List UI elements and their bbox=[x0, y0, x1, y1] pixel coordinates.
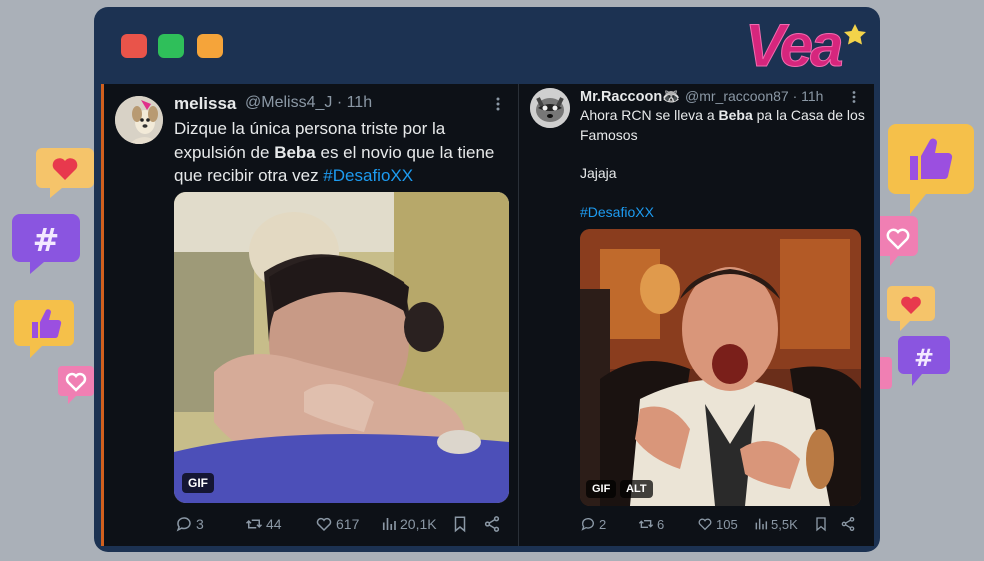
reply-count: 3 bbox=[196, 516, 204, 532]
tweet-text-bold: Beba bbox=[718, 107, 753, 123]
alt-badge[interactable]: ALT bbox=[620, 480, 653, 498]
retweet-icon bbox=[245, 519, 263, 529]
like-button[interactable]: 617 bbox=[315, 515, 359, 533]
views-button[interactable]: 20,1K bbox=[381, 515, 437, 533]
reply-icon bbox=[581, 518, 594, 531]
reply-button[interactable]: 3 bbox=[175, 515, 204, 533]
reply-count: 2 bbox=[599, 516, 607, 532]
maximize-window-button[interactable] bbox=[197, 34, 223, 58]
share-icon[interactable] bbox=[483, 515, 501, 533]
hashtag-link[interactable]: #DesafioXX bbox=[580, 204, 654, 220]
accent-line bbox=[101, 84, 104, 546]
pink-sticker-edge bbox=[880, 357, 892, 389]
retweet-button[interactable]: 6 bbox=[638, 516, 664, 532]
tweet-text-bold: Beba bbox=[274, 142, 316, 162]
reply-icon bbox=[176, 517, 191, 532]
tweet-text-pre: Ahora RCN se lleva a bbox=[580, 107, 719, 123]
gif-media[interactable]: GIF bbox=[174, 192, 509, 503]
column-separator bbox=[518, 84, 519, 546]
bookmark-icon[interactable] bbox=[452, 515, 468, 533]
views-icon bbox=[755, 518, 768, 530]
like-button[interactable]: 105 bbox=[697, 516, 738, 532]
reply-button[interactable]: 2 bbox=[580, 516, 606, 532]
tweet-text-line2: Jajaja bbox=[580, 165, 617, 181]
author-handle-time[interactable]: @mr_raccoon87 · 11h bbox=[685, 88, 823, 104]
tweet-text: Dizque la única persona triste por la ex… bbox=[174, 117, 514, 188]
retweet-count: 44 bbox=[266, 516, 282, 532]
tweet-text: Ahora RCN se lleva a Beba pa la Casa de … bbox=[580, 106, 866, 145]
svg-text:Vea: Vea bbox=[745, 12, 842, 76]
views-count: 20,1K bbox=[400, 516, 437, 532]
retweet-button[interactable]: 44 bbox=[245, 515, 282, 533]
vea-logo: Vea bbox=[745, 12, 866, 76]
tweets-panel: melissa @Meliss4_J · 11h Dizque la única… bbox=[101, 84, 874, 546]
bookmark-icon[interactable] bbox=[814, 516, 828, 532]
views-icon bbox=[382, 518, 396, 530]
avatar[interactable] bbox=[115, 96, 163, 144]
like-count: 617 bbox=[336, 516, 360, 532]
like-icon bbox=[316, 517, 332, 532]
laughing-man-gif bbox=[580, 229, 861, 506]
tweet-actions: 3 44 617 20,1K bbox=[175, 515, 515, 535]
heart-bubble-sticker bbox=[36, 148, 94, 198]
svg-text:#: # bbox=[33, 221, 60, 259]
svg-text:#: # bbox=[914, 344, 934, 372]
author-name[interactable]: melissa bbox=[174, 94, 236, 114]
heart-bubble-sticker-right bbox=[887, 286, 935, 331]
heart-outline-sticker-right bbox=[880, 216, 918, 266]
retweet-count: 6 bbox=[657, 516, 665, 532]
author-name[interactable]: Mr.Raccoon🦝 bbox=[580, 88, 680, 105]
retweet-icon bbox=[638, 520, 654, 528]
thumbs-up-bubble-sticker bbox=[14, 300, 74, 358]
raccoon-avatar-image bbox=[530, 88, 570, 128]
hashtag-bubble-sticker-right: # bbox=[898, 336, 950, 386]
gif-badge[interactable]: GIF bbox=[586, 480, 617, 498]
crying-woman-gif bbox=[174, 192, 509, 503]
hashtag-bubble-sticker: # bbox=[12, 214, 80, 274]
minimize-window-button[interactable] bbox=[158, 34, 184, 58]
author-handle-time[interactable]: @Meliss4_J · 11h bbox=[245, 94, 372, 112]
tweet-actions: 2 6 105 5,5K bbox=[580, 516, 860, 534]
like-count: 105 bbox=[716, 516, 738, 532]
thumbs-up-bubble-sticker-right bbox=[888, 124, 974, 214]
close-window-button[interactable] bbox=[121, 34, 147, 58]
dog-avatar-image bbox=[115, 96, 163, 144]
gif-badge[interactable]: GIF bbox=[182, 473, 214, 493]
heart-outline-sticker bbox=[58, 366, 94, 404]
hashtag-link[interactable]: #DesafioXX bbox=[323, 166, 413, 185]
views-button[interactable]: 5,5K bbox=[754, 516, 798, 532]
views-count: 5,5K bbox=[771, 516, 798, 532]
more-icon[interactable] bbox=[851, 90, 857, 104]
gif-media[interactable]: GIF ALT bbox=[580, 229, 861, 506]
avatar[interactable] bbox=[530, 88, 570, 128]
share-icon[interactable] bbox=[840, 516, 856, 532]
more-icon[interactable] bbox=[495, 96, 501, 112]
like-icon bbox=[698, 518, 712, 531]
